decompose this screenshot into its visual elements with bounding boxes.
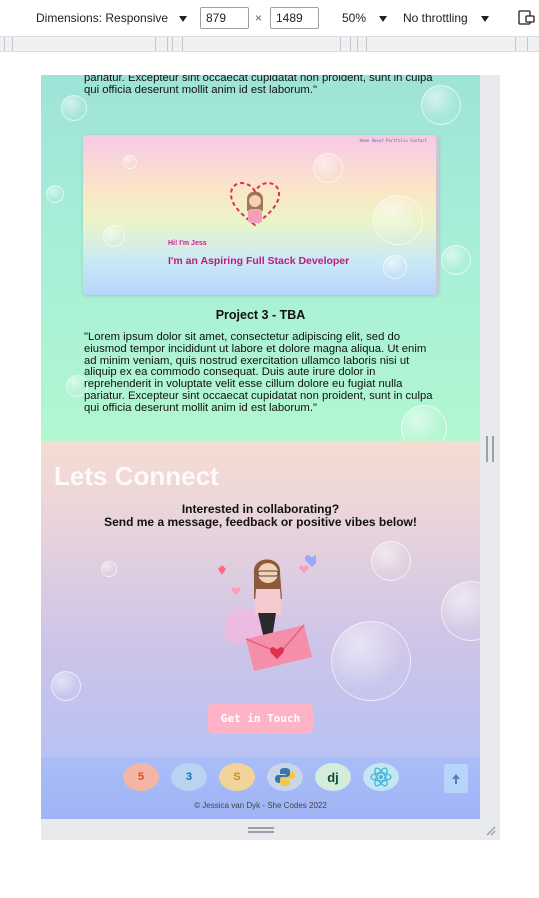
width-resize-handle[interactable]: [486, 436, 494, 462]
zoom-label: 50%: [342, 11, 367, 25]
zoom-dropdown[interactable]: 50%: [342, 11, 388, 25]
screenshot-scrollbar: [436, 135, 439, 295]
arrow-up-icon: [452, 773, 460, 784]
avatar-envelope-illustration: [218, 555, 316, 671]
emulated-viewport: pariatur. Excepteur sint occaecat cupida…: [41, 75, 480, 819]
connect-heading: Lets Connect: [54, 461, 219, 491]
avatar-heart-icon: [229, 181, 281, 227]
corner-resize-handle[interactable]: [484, 824, 496, 836]
project-2-description-tail: pariatur. Excepteur sint occaecat cupida…: [84, 75, 433, 96]
connect-subtitle: Interested in collaborating? Send me a m…: [41, 503, 480, 529]
project-3-title: Project 3 - TBA: [215, 308, 306, 322]
devtools-toolbar: Dimensions: Responsive 879 × 1489 50% No…: [0, 0, 539, 36]
css3-icon: 3: [171, 763, 207, 791]
django-icon: dj: [315, 763, 351, 791]
media-query-ruler[interactable]: [0, 36, 539, 52]
python-icon: [267, 763, 303, 791]
chevron-down-icon: [481, 15, 490, 22]
screenshot-headline: I'm an Aspiring Full Stack Developer: [168, 255, 350, 267]
copyright-text: © Jessica van Dyk - She Codes 2022: [194, 801, 327, 810]
height-input[interactable]: 1489: [270, 7, 319, 29]
project-3-description: "Lorem ipsum dolor sit amet, consectetur…: [84, 331, 433, 414]
dimensions-label: Dimensions: Responsive: [36, 11, 169, 25]
chevron-down-icon: [179, 15, 188, 22]
html5-icon: 5: [123, 763, 159, 791]
project-screenshot[interactable]: Home About Portfolio Contact Hi! I'm Jes…: [83, 135, 439, 295]
back-to-top-button[interactable]: [444, 764, 468, 793]
throttling-dropdown[interactable]: No throttling: [403, 11, 490, 25]
connect-line-2: Send me a message, feedback or positive …: [104, 515, 417, 529]
get-in-touch-button[interactable]: Get in Touch: [208, 703, 313, 734]
react-icon: [363, 763, 399, 791]
device-rotate-icon[interactable]: [518, 10, 535, 25]
page-footer: 5 3 S dj © Jessica van Dyk - She Codes 2…: [41, 757, 480, 819]
chevron-down-icon: [379, 15, 388, 22]
screenshot-greeting: Hi! I'm Jess: [168, 240, 207, 247]
height-resize-handle[interactable]: [248, 827, 274, 833]
screenshot-nav: Home About Portfolio Contact: [359, 138, 427, 143]
connect-section: Lets Connect Interested in collaborating…: [41, 441, 480, 757]
projects-section: pariatur. Excepteur sint occaecat cupida…: [41, 75, 480, 451]
throttling-label: No throttling: [403, 11, 468, 25]
width-input[interactable]: 879: [200, 7, 249, 29]
sass-icon: S: [219, 763, 255, 791]
dimension-separator: ×: [255, 11, 263, 25]
dimensions-dropdown[interactable]: Dimensions: Responsive: [36, 11, 188, 25]
